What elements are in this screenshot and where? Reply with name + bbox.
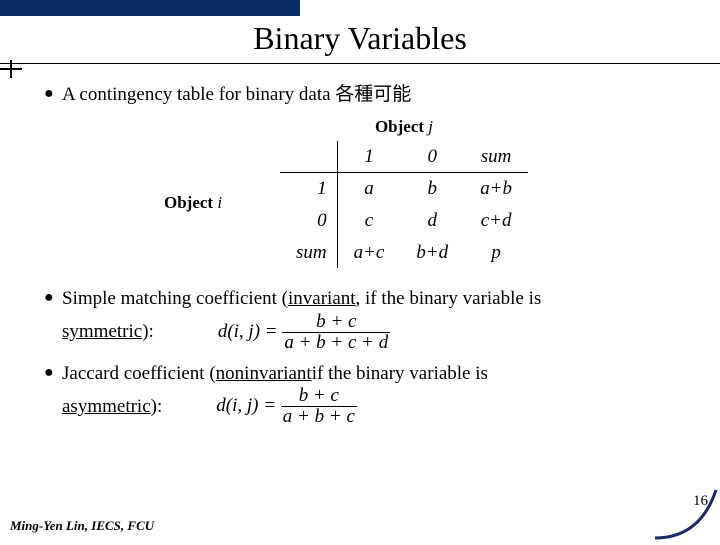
table-row: 0 c d c+d — [280, 205, 528, 237]
r1-lead: 1 — [280, 173, 337, 205]
eq-den: a + b + c — [281, 407, 357, 427]
hdr-sum: sum — [464, 141, 528, 173]
table-row: sum a+c b+d p — [280, 237, 528, 269]
equation-jaccard: d(i, j) = b + c a + b + c — [216, 386, 357, 427]
footer-credit: Ming-Yen Lin, IECS, FCU — [10, 518, 154, 534]
eq-num: b + c — [282, 312, 390, 333]
page-title: Binary Variables — [0, 20, 720, 57]
t-underline: invariant — [288, 286, 356, 312]
object-j-label: Object j — [174, 116, 634, 139]
eq-lhs: d(i, j) = — [218, 321, 283, 342]
hdr-1: 1 — [337, 141, 400, 173]
bullet-jaccard: ● Jaccard coefficient (noninvariant if t… — [44, 361, 692, 428]
table-header-row: 1 0 sum — [280, 141, 528, 173]
hdr-0: 0 — [400, 141, 464, 173]
cell-a: a — [337, 173, 400, 205]
content: ● A contingency table for binary data 各種… — [0, 64, 720, 427]
contingency-table-wrap: Object j Object i 1 0 sum 1 a b a+b 0 c … — [174, 116, 634, 269]
r3-lead: sum — [280, 237, 337, 269]
bullet-icon: ● — [44, 286, 62, 353]
object-j-word: Object — [375, 117, 428, 136]
fraction: b + c a + b + c + d — [282, 312, 390, 353]
contingency-table: 1 0 sum 1 a b a+b 0 c d c+d sum a+c b+d … — [280, 141, 528, 269]
bullet-text: A contingency table for binary data 各種可能 — [62, 82, 692, 108]
bullet-text: Simple matching coefficient (invariant, … — [62, 286, 692, 353]
bullet-icon: ● — [44, 361, 62, 428]
bullet-smc: ● Simple matching coefficient (invariant… — [44, 286, 692, 353]
t: Jaccard coefficient ( — [62, 361, 216, 387]
cell-bd: b+d — [400, 237, 464, 269]
t-underline: noninvariant — [216, 361, 312, 387]
cell-c: c — [337, 205, 400, 237]
r2-lead: 0 — [280, 205, 337, 237]
object-j-var: j — [428, 117, 433, 136]
t: Simple matching coefficient ( — [62, 286, 288, 312]
cell-p: p — [464, 237, 528, 269]
eq-den: a + b + c + d — [282, 333, 390, 353]
fraction: b + c a + b + c — [281, 386, 357, 427]
bullet-icon: ● — [44, 82, 62, 108]
t: if the binary variable is — [312, 361, 488, 387]
t-underline: symmetric — [62, 321, 142, 342]
equation-smc: d(i, j) = b + c a + b + c + d — [218, 312, 390, 353]
table-row: 1 a b a+b — [280, 173, 528, 205]
t-underline: asymmetric — [62, 396, 151, 417]
cell-b: b — [400, 173, 464, 205]
object-i-word: Object — [164, 193, 217, 212]
t: , if the binary variable is — [356, 286, 542, 312]
object-i-label: Object i — [164, 192, 222, 215]
t: ): — [142, 321, 154, 342]
t: ): — [151, 396, 163, 417]
bullet-contingency: ● A contingency table for binary data 各種… — [44, 82, 692, 108]
cell-cd: c+d — [464, 205, 528, 237]
cell-ac: a+c — [337, 237, 400, 269]
corner-curl-icon — [650, 480, 720, 540]
eq-lhs: d(i, j) = — [216, 395, 281, 416]
cell-ab: a+b — [464, 173, 528, 205]
eq-num: b + c — [281, 386, 357, 407]
title-ornament — [0, 60, 26, 78]
cell-d: d — [400, 205, 464, 237]
bullet-text: Jaccard coefficient (noninvariant if the… — [62, 361, 692, 428]
accent-band — [0, 0, 300, 16]
object-i-var: i — [217, 193, 222, 212]
hdr-blank — [280, 141, 337, 173]
